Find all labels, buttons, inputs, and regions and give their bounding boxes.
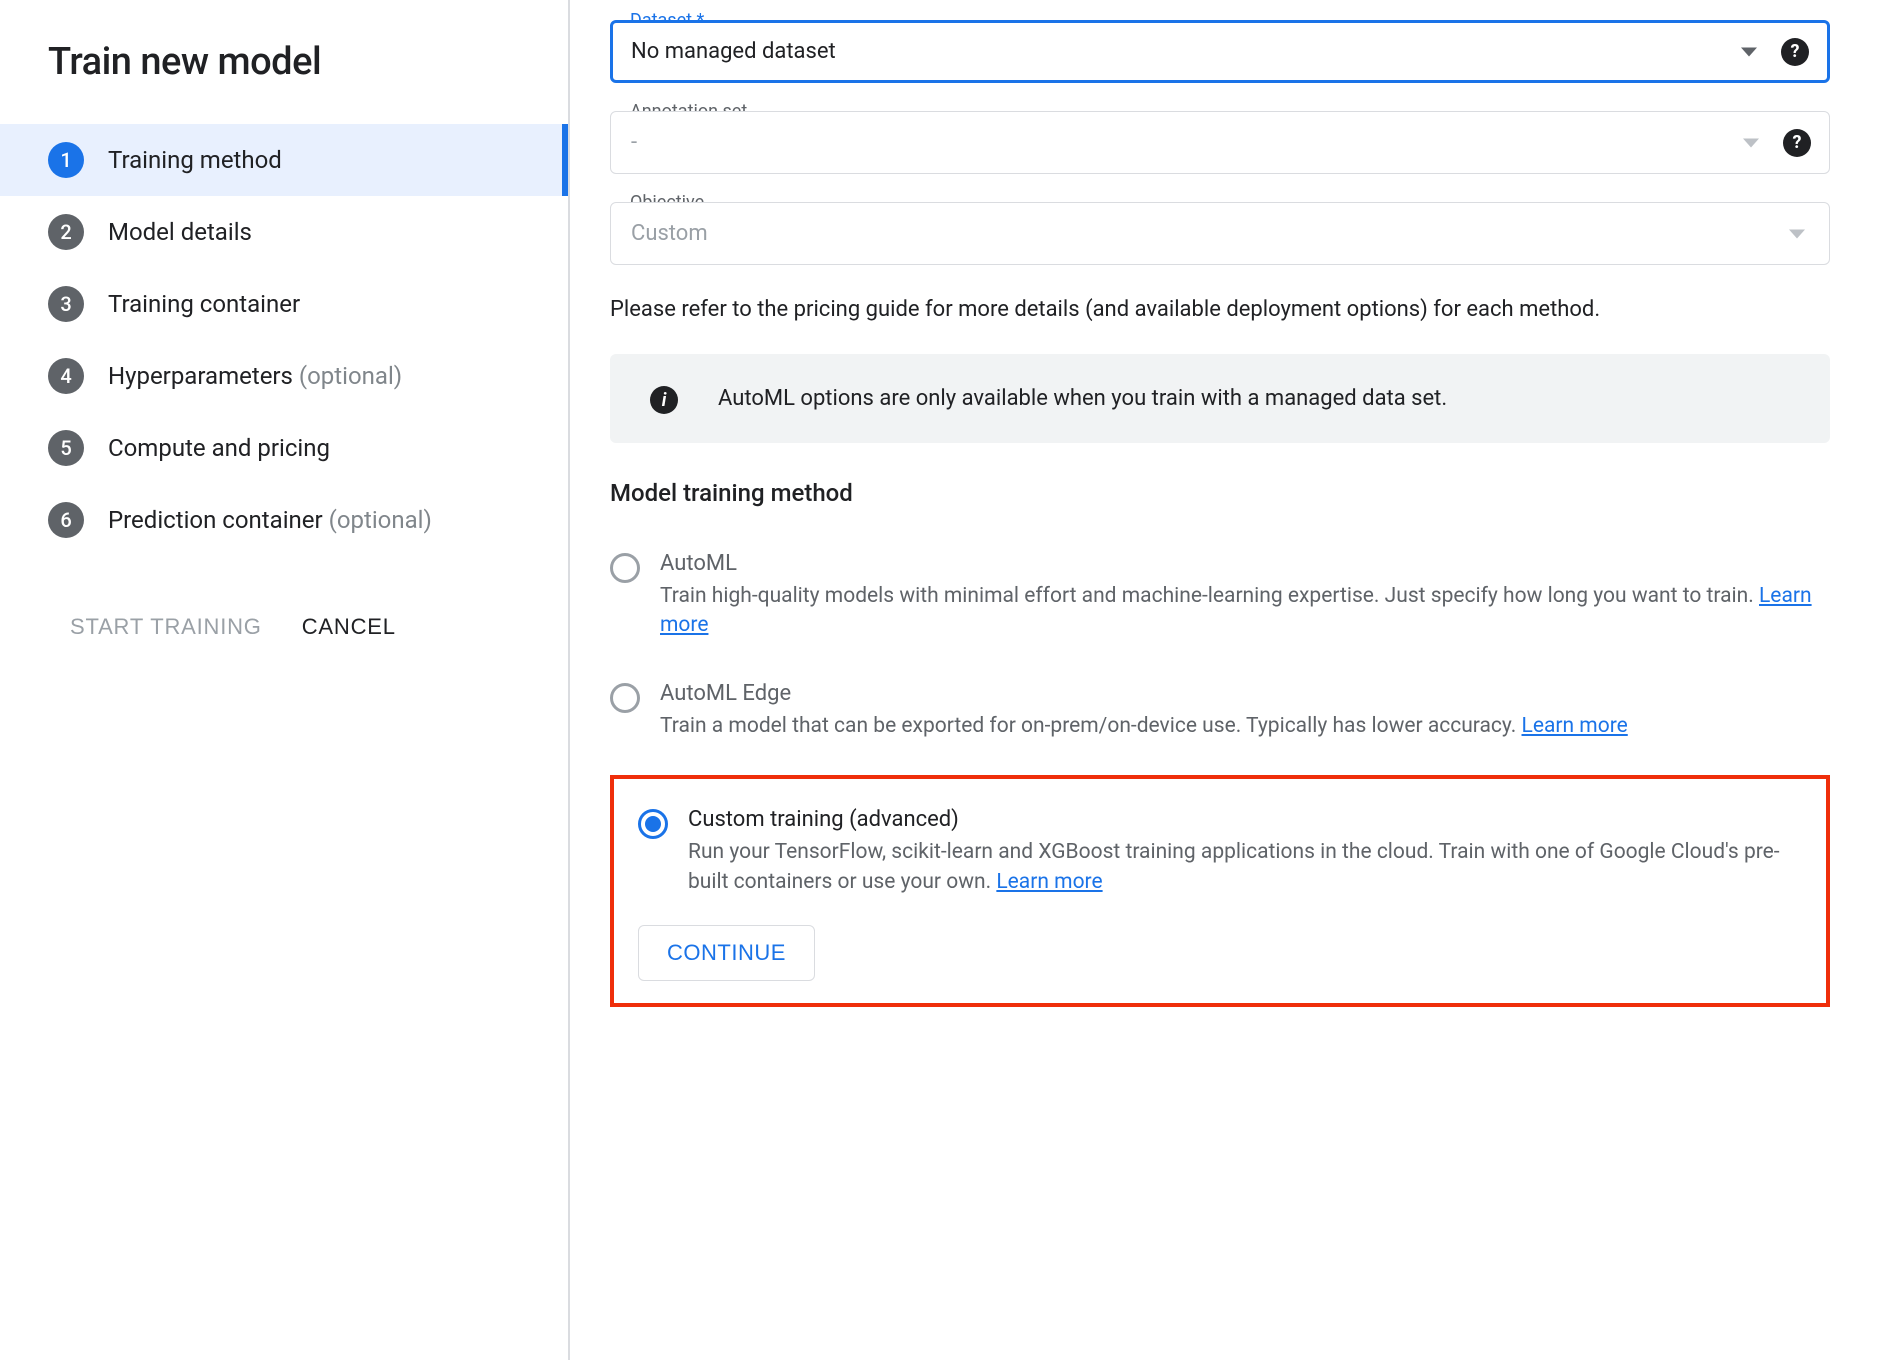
chevron-down-icon <box>1789 229 1805 238</box>
learn-more-link[interactable]: Learn more <box>996 870 1102 894</box>
objective-select: Custom <box>610 202 1830 265</box>
step-label: Training method <box>108 146 282 174</box>
step-number: 1 <box>48 142 84 178</box>
option-title: AutoML Edge <box>660 681 1830 706</box>
page-title: Train new model <box>48 40 568 84</box>
pricing-note: Please refer to the pricing guide for mo… <box>610 293 1830 326</box>
step-model-details[interactable]: 2 Model details <box>0 196 568 268</box>
annotation-value: - <box>631 130 1769 155</box>
learn-more-link[interactable]: Learn more <box>1522 714 1628 738</box>
radio-automl-edge <box>610 683 640 713</box>
step-hyperparameters[interactable]: 4 Hyperparameters (optional) <box>0 340 568 412</box>
section-title: Model training method <box>610 479 1830 507</box>
step-number: 4 <box>48 358 84 394</box>
step-label: Model details <box>108 218 252 246</box>
highlight-custom-training: Custom training (advanced) Run your Tens… <box>610 775 1830 1007</box>
info-text: AutoML options are only available when y… <box>718 382 1447 415</box>
option-desc: Train a model that can be exported for o… <box>660 712 1830 741</box>
step-number: 5 <box>48 430 84 466</box>
annotation-select: - ? <box>610 111 1830 174</box>
step-label: Compute and pricing <box>108 434 330 462</box>
info-banner: i AutoML options are only available when… <box>610 354 1830 443</box>
step-number: 6 <box>48 502 84 538</box>
option-desc: Run your TensorFlow, scikit-learn and XG… <box>688 838 1802 897</box>
option-automl-edge: AutoML Edge Train a model that can be ex… <box>610 681 1830 741</box>
step-training-method[interactable]: 1 Training method <box>0 124 568 196</box>
option-custom-training[interactable]: Custom training (advanced) Run your Tens… <box>638 807 1802 897</box>
chevron-down-icon <box>1743 138 1759 147</box>
option-automl: AutoML Train high-quality models with mi… <box>610 551 1830 641</box>
option-title: AutoML <box>660 551 1830 576</box>
chevron-down-icon <box>1741 47 1757 56</box>
step-compute-pricing[interactable]: 5 Compute and pricing <box>0 412 568 484</box>
step-number: 3 <box>48 286 84 322</box>
info-icon: i <box>650 386 678 414</box>
step-training-container[interactable]: 3 Training container <box>0 268 568 340</box>
step-label: Prediction container (optional) <box>108 506 432 534</box>
option-desc: Train high-quality models with minimal e… <box>660 582 1830 641</box>
dataset-select[interactable]: No managed dataset ? <box>610 20 1830 83</box>
option-title: Custom training (advanced) <box>688 807 1802 832</box>
radio-custom-training[interactable] <box>638 809 668 839</box>
help-icon[interactable]: ? <box>1781 38 1809 66</box>
cancel-button[interactable]: CANCEL <box>302 606 396 648</box>
step-label: Hyperparameters (optional) <box>108 362 402 390</box>
objective-value: Custom <box>631 221 1769 246</box>
radio-automl <box>610 553 640 583</box>
continue-button[interactable]: CONTINUE <box>638 925 815 981</box>
start-training-button: START TRAINING <box>70 606 262 648</box>
step-label: Training container <box>108 290 300 318</box>
help-icon[interactable]: ? <box>1783 129 1811 157</box>
step-prediction-container[interactable]: 6 Prediction container (optional) <box>0 484 568 556</box>
dataset-value: No managed dataset <box>631 39 1769 64</box>
step-number: 2 <box>48 214 84 250</box>
